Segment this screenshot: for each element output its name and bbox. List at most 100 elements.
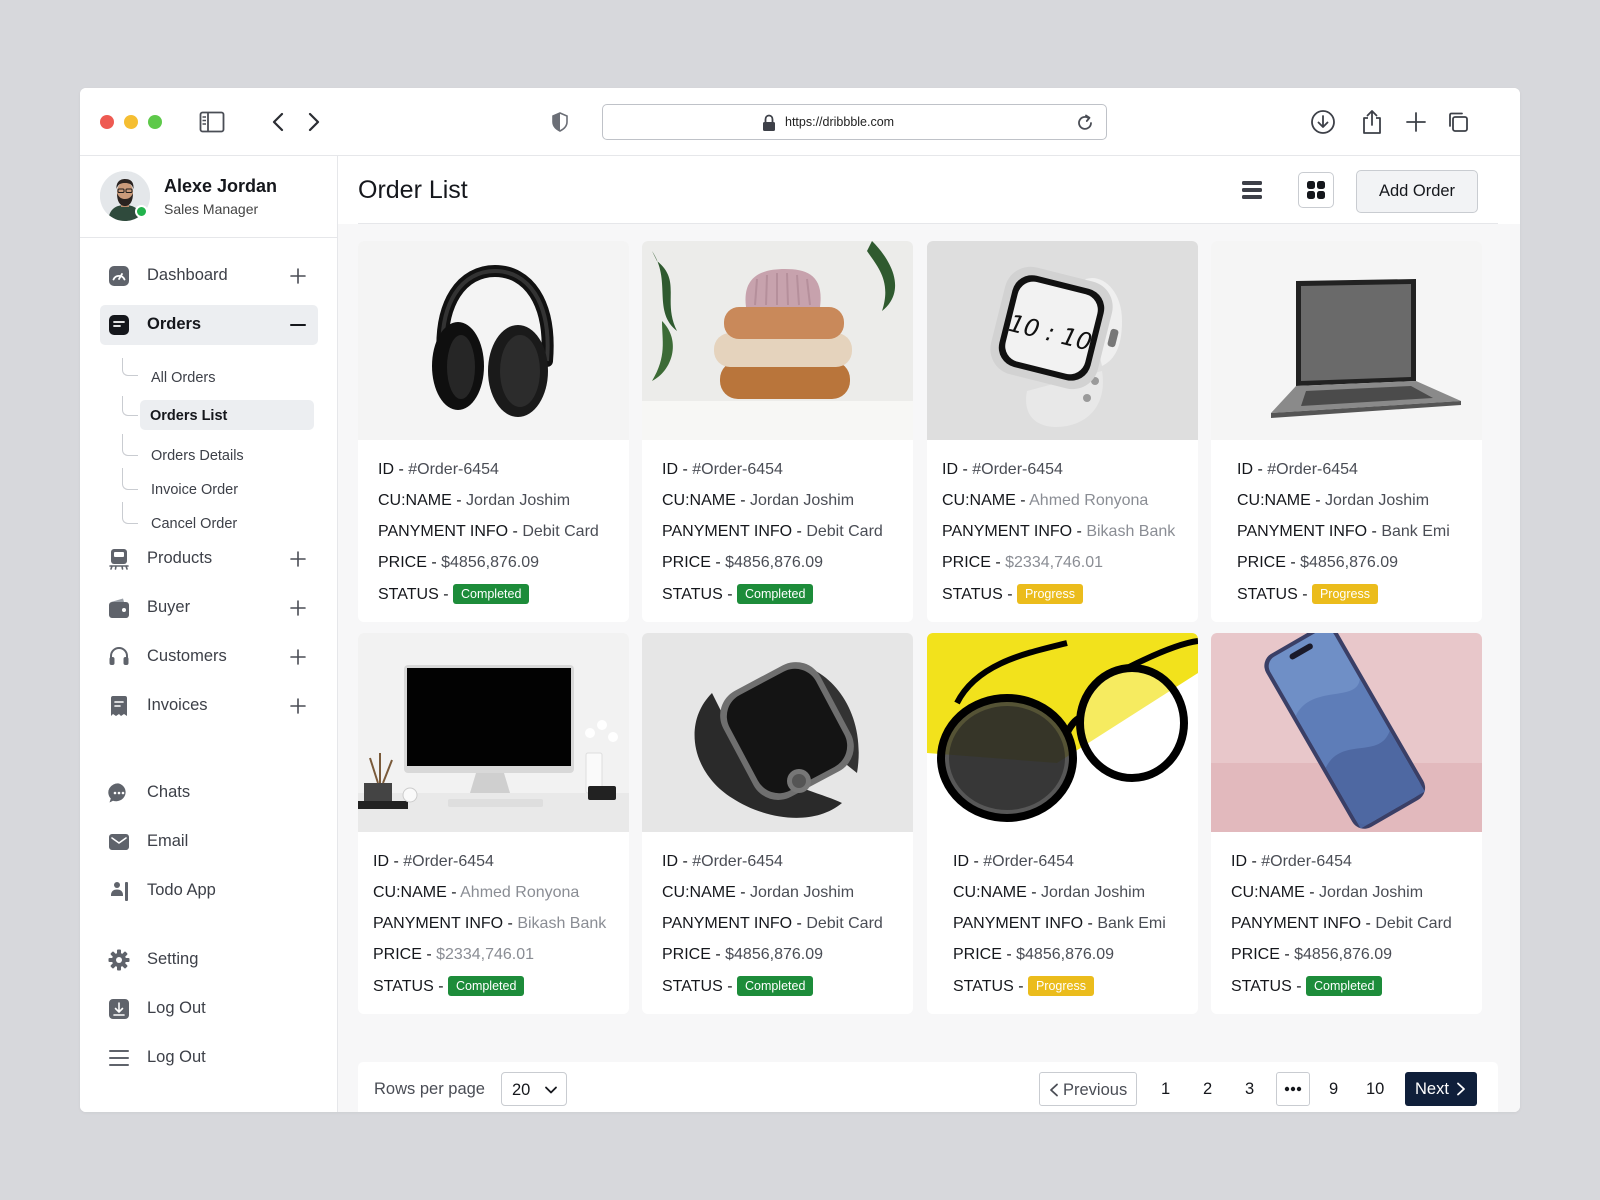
customer-name: Ahmed Ronyona: [1029, 492, 1149, 509]
field-label: PRICE -: [1231, 946, 1295, 963]
chevron-left-icon: [1050, 1083, 1058, 1097]
shield-icon[interactable]: [546, 108, 574, 136]
minimize-window-button[interactable]: [124, 115, 138, 129]
minus-icon[interactable]: [290, 317, 306, 333]
next-page-button[interactable]: Next: [1405, 1072, 1477, 1106]
menu-icon: [109, 1050, 129, 1066]
maximize-window-button[interactable]: [148, 115, 162, 129]
sidebar-subitem-orders-list[interactable]: Orders List: [122, 396, 318, 430]
sidebar-toggle-icon[interactable]: [198, 108, 226, 136]
chevron-down-icon: [545, 1086, 557, 1094]
tabs-icon[interactable]: [1444, 108, 1472, 136]
order-id: #Order-6454: [408, 461, 499, 478]
forward-icon[interactable]: [300, 108, 328, 136]
payment-info: Debit Card: [522, 523, 599, 540]
sidebar: Alexe Jordan Sales Manager Dashboard Ord…: [80, 156, 338, 1112]
close-window-button[interactable]: [100, 115, 114, 129]
sidebar-item-products[interactable]: Products: [100, 539, 318, 579]
sidebar-item-label: Products: [147, 549, 213, 567]
share-icon[interactable]: [1358, 108, 1386, 136]
sidebar-subitem-all-orders[interactable]: All Orders: [122, 358, 318, 392]
sidebar-item-logout[interactable]: Log Out: [100, 989, 318, 1029]
online-status-indicator: [135, 205, 148, 218]
plus-icon[interactable]: [290, 268, 306, 284]
user-name: Alexe Jordan: [164, 176, 278, 196]
sidebar-item-chats[interactable]: Chats: [100, 773, 318, 813]
product-image: [358, 241, 629, 440]
invoice-icon: [111, 696, 127, 716]
headset-icon: [109, 647, 129, 665]
customer-row: CU:NAME - Ahmed Ronyona: [373, 883, 606, 903]
field-label: ID -: [662, 461, 693, 478]
list-view-icon[interactable]: [1238, 176, 1266, 204]
price: $4856,876.09: [441, 554, 539, 571]
sidebar-item-orders[interactable]: Orders: [100, 305, 318, 345]
order-info: ID - #Order-6454 CU:NAME - Jordan Joshim…: [1231, 852, 1452, 1008]
product-image: [1211, 241, 1482, 440]
reload-icon[interactable]: [1074, 112, 1096, 134]
status-row: STATUS - Completed: [662, 976, 883, 997]
back-icon[interactable]: [264, 108, 292, 136]
page-9-button[interactable]: 9: [1329, 1080, 1338, 1099]
payment-row: PANYMENT INFO - Debit Card: [378, 522, 599, 542]
more-pages-icon[interactable]: [1276, 1072, 1310, 1106]
rows-per-page-select[interactable]: 20: [501, 1072, 567, 1106]
customer-row: CU:NAME - Jordan Joshim: [378, 491, 599, 511]
sidebar-item-buyer[interactable]: Buyer: [100, 588, 318, 628]
field-label: PRICE -: [378, 554, 442, 571]
user-profile[interactable]: Alexe Jordan Sales Manager: [80, 156, 337, 238]
add-order-button[interactable]: Add Order: [1356, 170, 1478, 213]
price-row: PRICE - $4856,876.09: [953, 945, 1166, 965]
order-info: ID - #Order-6454 CU:NAME - Jordan Joshim…: [662, 460, 883, 616]
grid-view-icon[interactable]: [1298, 172, 1334, 208]
previous-label: Previous: [1063, 1081, 1128, 1099]
sidebar-item-todo-app[interactable]: Todo App: [100, 871, 318, 911]
order-card[interactable]: ID - #Order-6454 CU:NAME - Jordan Joshim…: [927, 633, 1198, 1014]
sidebar-item-label: Todo App: [147, 881, 216, 899]
page-title: Order List: [358, 176, 468, 204]
divider: [358, 223, 1498, 224]
order-card[interactable]: ID - #Order-6454 CU:NAME - Jordan Joshim…: [642, 241, 913, 622]
sidebar-item-logout-menu[interactable]: Log Out: [100, 1038, 318, 1078]
sidebar-item-email[interactable]: Email: [100, 822, 318, 862]
main-content: Order List Add Order ID - #Order-6454 CU…: [338, 156, 1520, 1112]
order-card[interactable]: ID - #Order-6454 CU:NAME - Ahmed Ronyona…: [358, 633, 629, 1014]
order-card[interactable]: ID - #Order-6454 CU:NAME - Jordan Joshim…: [642, 633, 913, 1014]
page-10-button[interactable]: 10: [1366, 1080, 1384, 1099]
plus-icon[interactable]: [290, 698, 306, 714]
sidebar-subitem-cancel-order[interactable]: Cancel Order: [122, 502, 318, 538]
plus-icon[interactable]: [290, 649, 306, 665]
order-id: #Order-6454: [1267, 461, 1358, 478]
payment-info: Debit Card: [806, 523, 883, 540]
sidebar-item-label: Log Out: [147, 1048, 206, 1066]
payment-row: PANYMENT INFO - Debit Card: [662, 522, 883, 542]
sidebar-item-customers[interactable]: Customers: [100, 637, 318, 677]
field-label: ID -: [1237, 461, 1268, 478]
order-info: ID - #Order-6454 CU:NAME - Jordan Joshim…: [953, 852, 1166, 1008]
field-label: CU:NAME -: [1237, 492, 1325, 509]
payment-row: PANYMENT INFO - Debit Card: [1231, 914, 1452, 934]
previous-page-button[interactable]: Previous: [1039, 1072, 1137, 1106]
page-3-button[interactable]: 3: [1245, 1080, 1254, 1099]
sidebar-item-invoices[interactable]: Invoices: [100, 686, 318, 726]
lock-icon: [763, 114, 775, 131]
page-2-button[interactable]: 2: [1203, 1080, 1212, 1099]
order-card[interactable]: ID - #Order-6454 CU:NAME - Jordan Joshim…: [1211, 633, 1482, 1014]
order-id: #Order-6454: [983, 853, 1074, 870]
price-row: PRICE - $4856,876.09: [1231, 945, 1452, 965]
sidebar-item-setting[interactable]: Setting: [100, 940, 318, 980]
sidebar-subitem-orders-details[interactable]: Orders Details: [122, 434, 318, 470]
price: $4856,876.09: [725, 554, 823, 571]
order-card[interactable]: 10 : 10 ID - #Order-6454 CU:NAME - Ahmed…: [927, 241, 1198, 622]
plus-icon[interactable]: [290, 551, 306, 567]
address-bar[interactable]: https://dribbble.com: [602, 104, 1107, 140]
new-tab-icon[interactable]: [1402, 108, 1430, 136]
order-card[interactable]: ID - #Order-6454 CU:NAME - Jordan Joshim…: [1211, 241, 1482, 622]
sidebar-item-dashboard[interactable]: Dashboard: [100, 256, 318, 296]
download-icon[interactable]: [1309, 108, 1337, 136]
page-1-button[interactable]: 1: [1161, 1080, 1170, 1099]
order-card[interactable]: ID - #Order-6454 CU:NAME - Jordan Joshim…: [358, 241, 629, 622]
plus-icon[interactable]: [290, 600, 306, 616]
sidebar-subitem-invoice-order[interactable]: Invoice Order: [122, 468, 318, 504]
customer-row: CU:NAME - Jordan Joshim: [1231, 883, 1452, 903]
